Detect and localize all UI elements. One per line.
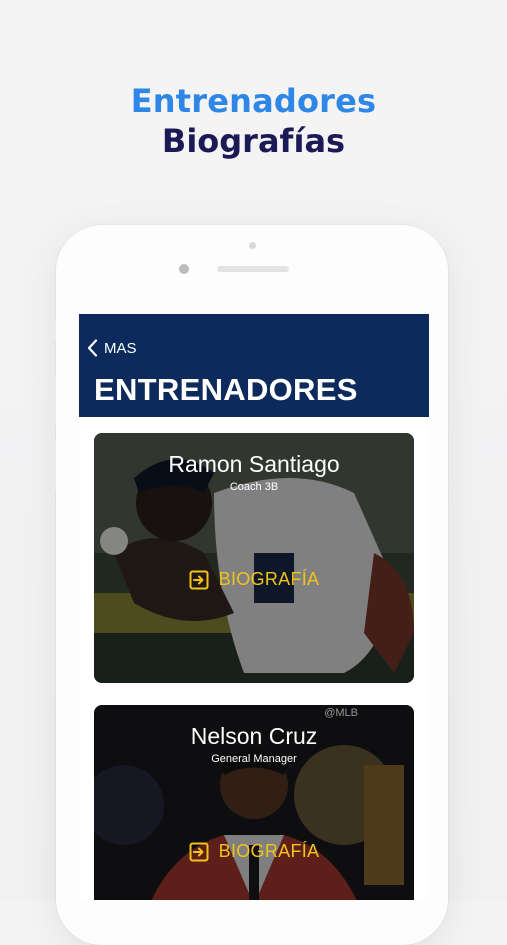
biography-label: BIOGRAFÍA bbox=[218, 569, 320, 589]
app-screen: MAS ENTRENADORES Ramon Santiago Coach 3B bbox=[79, 314, 429, 900]
photo-watermark: @MLB bbox=[324, 707, 358, 719]
coach-card[interactable]: Ramon Santiago Coach 3B BIOGRAFÍA bbox=[94, 433, 414, 683]
phone-sensor bbox=[249, 242, 256, 249]
enter-arrow-icon bbox=[189, 570, 209, 590]
phone-volume-up bbox=[52, 376, 56, 426]
navbar: MAS ENTRENADORES bbox=[79, 314, 429, 417]
coach-name: Ramon Santiago bbox=[168, 451, 340, 477]
coach-role: General Manager bbox=[211, 753, 297, 765]
biography-label: BIOGRAFÍA bbox=[218, 841, 320, 861]
back-label: MAS bbox=[104, 339, 137, 357]
promo-subtitle: Biografías bbox=[161, 122, 346, 160]
biography-button[interactable]: BIOGRAFÍA bbox=[94, 841, 414, 862]
coach-card[interactable]: @MLB Nelson Cruz General Manager BIOGRAF… bbox=[94, 705, 414, 900]
phone-volume-down bbox=[52, 440, 56, 490]
chevron-left-icon bbox=[87, 339, 98, 357]
enter-arrow-icon bbox=[189, 842, 209, 862]
phone-power-button bbox=[451, 378, 455, 426]
back-button[interactable]: MAS bbox=[87, 339, 137, 357]
promo-title: Entrenadores bbox=[130, 82, 377, 120]
coach-role: Coach 3B bbox=[229, 481, 279, 493]
phone-speaker bbox=[217, 266, 289, 272]
phone-side-button bbox=[52, 318, 56, 342]
coach-name: Nelson Cruz bbox=[190, 723, 318, 749]
phone-camera bbox=[179, 264, 189, 274]
biography-button[interactable]: BIOGRAFÍA bbox=[94, 569, 414, 590]
page-title: ENTRENADORES bbox=[94, 372, 358, 407]
